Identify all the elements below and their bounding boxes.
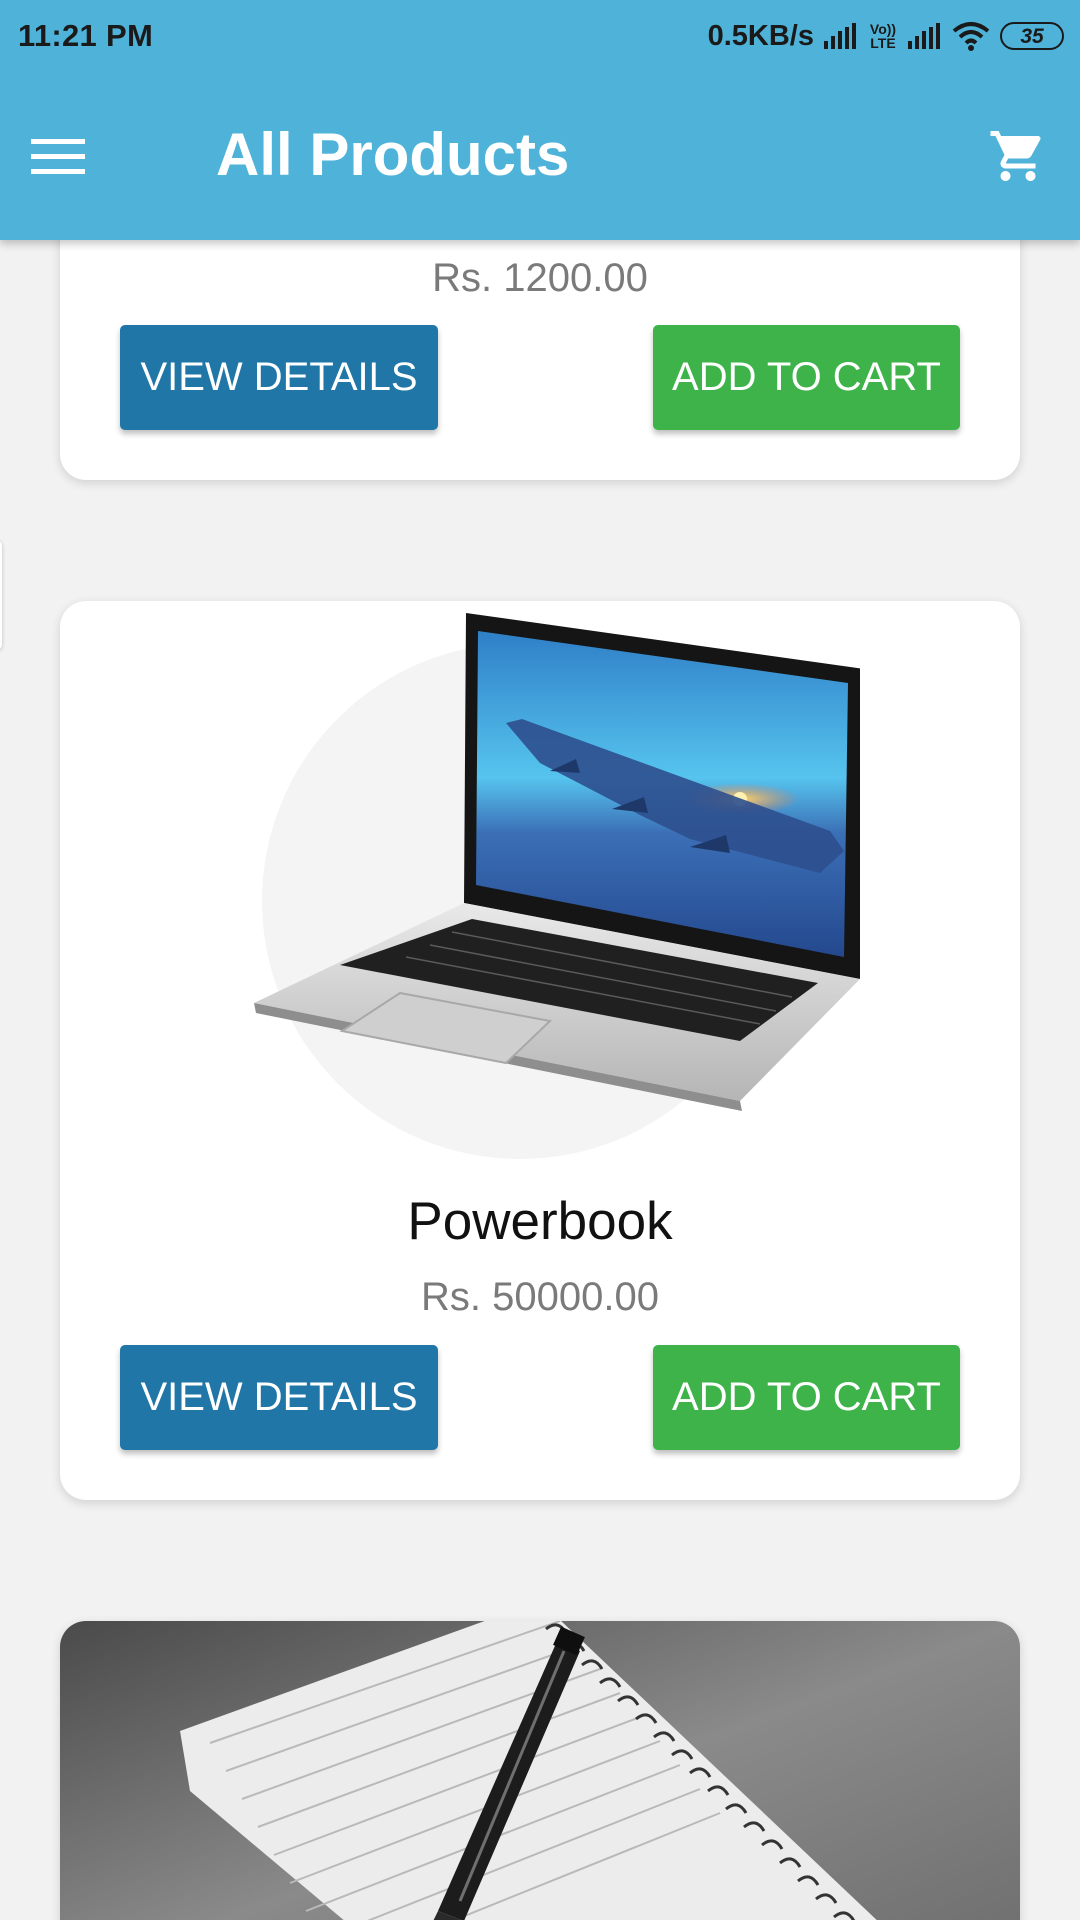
status-bar: 11:21 PM 0.5KB/s Vo)) LTE 35	[0, 0, 1080, 72]
app-bar: All Products	[0, 72, 1080, 240]
signal-icon-2	[908, 23, 940, 49]
product-card: Powerbook Rs. 50000.00 VIEW DETAILS ADD …	[60, 601, 1020, 1500]
menu-button[interactable]	[26, 124, 90, 188]
status-time: 11:21 PM	[18, 18, 154, 53]
laptop-image	[254, 613, 860, 1159]
status-icons: 0.5KB/s Vo)) LTE 35	[708, 20, 1064, 53]
shopping-cart-icon	[990, 131, 1041, 181]
product-price: Rs. 50000.00	[421, 1275, 659, 1319]
signal-icon	[824, 23, 856, 49]
page-title: All Products	[216, 121, 570, 188]
add-to-cart-button[interactable]: ADD TO CART	[653, 1345, 960, 1450]
view-details-button[interactable]: VIEW DETAILS	[120, 1345, 438, 1450]
product-price: Rs. 1200.00	[432, 256, 648, 300]
cart-button[interactable]	[982, 120, 1054, 192]
product-name: Powerbook	[407, 1192, 673, 1251]
drawer-edge-handle[interactable]	[0, 540, 2, 650]
network-speed: 0.5KB/s	[707, 19, 814, 52]
notebook-image	[60, 1621, 1020, 1920]
hamburger-menu-icon	[31, 139, 85, 174]
view-details-button[interactable]: VIEW DETAILS	[120, 325, 438, 430]
battery-icon: 35	[1000, 22, 1064, 50]
volte-icon: Vo)) LTE	[869, 21, 897, 51]
product-card	[60, 1621, 1020, 1920]
wifi-icon	[952, 22, 990, 51]
add-to-cart-button[interactable]: ADD TO CART	[653, 325, 960, 430]
